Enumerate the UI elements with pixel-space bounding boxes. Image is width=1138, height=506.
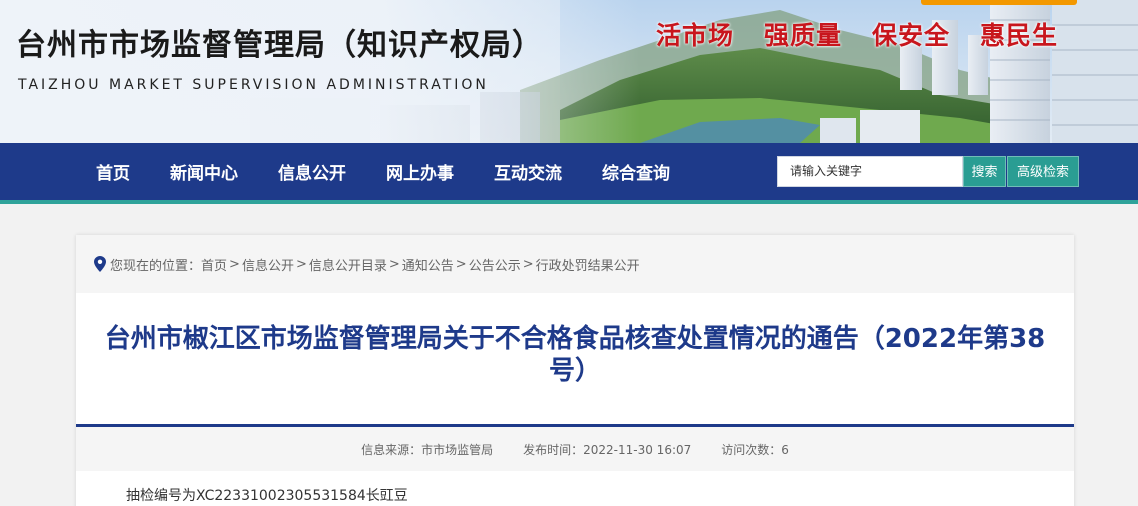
meta-time-label: 发布时间： xyxy=(523,442,584,457)
breadcrumb-item-info-disclosure[interactable]: 信息公开 xyxy=(242,255,294,274)
breadcrumb-item-info-catalog[interactable]: 信息公开目录 xyxy=(309,255,387,274)
breadcrumb-item-penalty-results[interactable]: 行政处罚结果公开 xyxy=(536,255,640,274)
breadcrumb-prefix: 您现在的位置： xyxy=(110,258,202,274)
breadcrumb-separator: > xyxy=(522,256,534,272)
advanced-search-button[interactable]: 高级检索 xyxy=(1007,156,1079,187)
meta-source-label: 信息来源： xyxy=(361,442,422,457)
article-title: 台州市椒江区市场监督管理局关于不合格食品核查处置情况的通告（2022年第38号） xyxy=(104,324,1046,386)
nav-item-info-disclosure[interactable]: 信息公开 xyxy=(278,159,346,184)
meta-source-value: 市市场监管局 xyxy=(421,442,494,457)
nav-item-query[interactable]: 综合查询 xyxy=(602,159,670,184)
article-meta: 信息来源：市市场监管局 发布时间：2022-11-30 16:07 访问次数：6 xyxy=(76,427,1074,471)
nav-item-online-services[interactable]: 网上办事 xyxy=(386,159,454,184)
slogan-1: 活市场 xyxy=(656,21,735,50)
search-input[interactable]: 请输入关键字 xyxy=(777,156,963,187)
slogan-4: 惠民生 xyxy=(980,21,1059,50)
breadcrumb-separator: > xyxy=(455,256,467,272)
article-body-line: 抽检编号为XC22331002305531584长豇豆 xyxy=(126,488,408,504)
slogans: 活市场 强质量 保安全 惠民生 xyxy=(656,16,1058,52)
site-subtitle: TAIZHOU MARKET SUPERVISION ADMINISTRATIO… xyxy=(18,77,489,93)
location-pin-icon xyxy=(94,256,106,272)
breadcrumb-separator: > xyxy=(229,256,240,272)
slogan-2: 强质量 xyxy=(764,21,843,50)
meta-views-value: 6 xyxy=(781,442,789,457)
nav-accent-strip xyxy=(0,200,1138,204)
nav-item-interaction[interactable]: 互动交流 xyxy=(494,159,562,184)
meta-time: 发布时间：2022-11-30 16:07 xyxy=(523,441,691,458)
meta-views: 访问次数：6 xyxy=(721,441,789,458)
breadcrumb-item-announcements[interactable]: 公告公示 xyxy=(469,255,521,274)
nav-item-news[interactable]: 新闻中心 xyxy=(170,159,238,184)
meta-views-label: 访问次数： xyxy=(721,442,782,457)
breadcrumb-separator: > xyxy=(388,256,400,272)
meta-source: 信息来源：市市场监管局 xyxy=(361,441,493,458)
breadcrumb: 您现在的位置： 首页 > 信息公开 > 信息公开目录 > 通知公告 > 公告公示… xyxy=(76,235,1074,293)
article-card: 您现在的位置： 首页 > 信息公开 > 信息公开目录 > 通知公告 > 公告公示… xyxy=(76,235,1074,506)
header-banner: 台州市市场监督管理局（知识产权局） TAIZHOU MARKET SUPERVI… xyxy=(0,0,1138,143)
nav-item-home[interactable]: 首页 xyxy=(96,159,130,184)
search-button[interactable]: 搜索 xyxy=(963,156,1006,187)
breadcrumb-separator: > xyxy=(295,256,307,272)
nav-menu: 首页 新闻中心 信息公开 网上办事 互动交流 综合查询 xyxy=(96,143,710,200)
slogan-3: 保安全 xyxy=(872,21,951,50)
site-title: 台州市市场监督管理局（知识产权局） xyxy=(16,28,543,63)
meta-time-value: 2022-11-30 16:07 xyxy=(583,442,692,457)
top-accent-bar xyxy=(921,0,1077,5)
breadcrumb-item-notices[interactable]: 通知公告 xyxy=(402,255,454,274)
breadcrumb-item-home[interactable]: 首页 xyxy=(201,255,227,274)
